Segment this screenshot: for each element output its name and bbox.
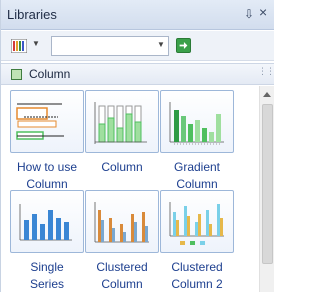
vertical-scrollbar[interactable] (259, 86, 274, 292)
shape-tile-column[interactable]: Column (85, 90, 159, 195)
scroll-up-arrow-icon[interactable] (263, 92, 271, 97)
library-menu-chevron-down-icon[interactable]: ▼ (32, 39, 40, 48)
panel-titlebar: Libraries ⇩ × (1, 0, 274, 30)
tile-label-line1: Clustered (96, 260, 148, 274)
scroll-thumb[interactable] (262, 104, 273, 264)
shape-tile-clustered-column-2[interactable]: Clustered Column 2 (160, 190, 234, 292)
how-to-use-thumb-icon (16, 103, 64, 140)
pin-icon[interactable]: ⇩ (244, 7, 254, 21)
tile-label-line1: How to use (16, 160, 78, 174)
tile-label-line1: Single (30, 260, 64, 274)
shape-tile-single-series[interactable]: Single Series (10, 190, 84, 292)
clustered-column-2-thumb-icon (169, 202, 224, 245)
shape-thumb (10, 90, 84, 153)
library-toolbar: ▼ ▼ (1, 31, 274, 61)
group-grip-icon: ⋮⋮ (258, 66, 275, 76)
column-group-icon (11, 69, 22, 80)
shape-thumb (160, 90, 234, 153)
search-dropdown-chevron-down-icon[interactable]: ▼ (157, 40, 165, 49)
shape-thumb (85, 190, 159, 253)
shape-thumb (10, 190, 84, 253)
single-series-thumb-icon (19, 204, 72, 241)
tile-label-line1: Clustered (171, 260, 223, 274)
tile-label-line1: Gradient (173, 160, 221, 174)
clustered-column-thumb-icon (94, 202, 149, 243)
tile-label-line2: Column 2 (171, 277, 223, 291)
go-arrow-icon[interactable] (176, 38, 191, 53)
tile-label-line2: Column (101, 277, 143, 291)
group-label: Column (29, 67, 71, 81)
shape-tile-clustered-column[interactable]: Clustered Column (85, 190, 159, 292)
library-group-header[interactable]: Column ⋮⋮ (1, 63, 275, 85)
tile-label-line2: Series (29, 277, 64, 291)
library-color-icon[interactable] (11, 39, 27, 53)
shape-tile-how-to-use-column[interactable]: How to use Column (10, 90, 84, 195)
shape-grid: How to use Column Column Gradient Column… (1, 86, 259, 292)
libraries-panel: Libraries ⇩ × ▼ ▼ Column ⋮⋮ How to use C… (0, 0, 275, 292)
library-search-input[interactable] (51, 36, 169, 56)
close-icon[interactable]: × (259, 5, 267, 19)
shape-thumb (85, 90, 159, 153)
tile-label-line1: Column (101, 160, 143, 174)
shape-thumb (160, 190, 234, 253)
panel-title: Libraries (7, 7, 57, 22)
gradient-column-thumb-icon (169, 102, 224, 145)
shape-tile-gradient-column[interactable]: Gradient Column (160, 90, 234, 195)
column-thumb-icon (94, 102, 147, 144)
